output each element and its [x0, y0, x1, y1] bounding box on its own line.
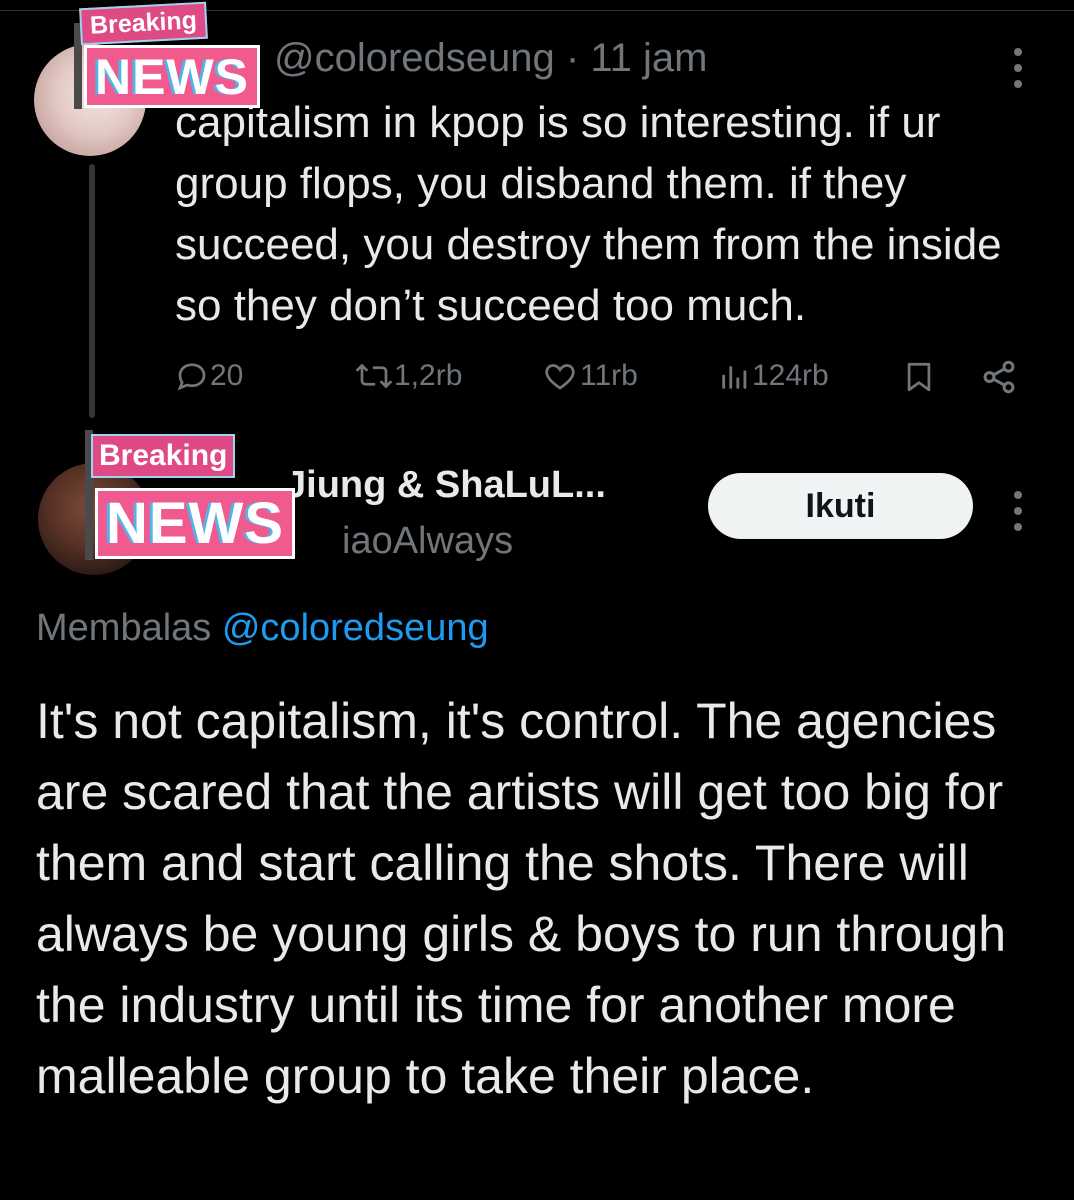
follow-button[interactable]: Ikuti: [708, 473, 973, 539]
retweet-button[interactable]: 1,2rb: [354, 358, 462, 394]
bookmark-icon: [907, 362, 931, 392]
more-options-icon[interactable]: [1010, 48, 1026, 88]
separator-dot: ·: [565, 36, 580, 80]
breaking-label: Breaking: [79, 1, 208, 46]
news-label: NEWS: [84, 45, 260, 108]
author-display-name[interactable]: Jiung & ShaLuL...: [285, 464, 606, 507]
bookmark-button[interactable]: [902, 358, 936, 396]
thread-connector-line: [89, 164, 95, 418]
tweet-actions: 20 1,2rb 11rb 124rb: [174, 358, 1024, 402]
share-icon: [983, 360, 1015, 394]
view-count: 124rb: [752, 359, 829, 392]
breaking-label: Breaking: [91, 434, 236, 478]
tweet-text: capitalism in kpop is so interesting. if…: [175, 98, 1002, 330]
share-button[interactable]: [980, 358, 1018, 396]
views-button[interactable]: 124rb: [718, 358, 829, 394]
reply-mention-link[interactable]: @coloredseung: [222, 607, 489, 649]
reply-count: 20: [210, 359, 244, 392]
like-button[interactable]: 11rb: [540, 358, 638, 394]
author-handle[interactable]: iaoAlways: [342, 520, 513, 563]
news-label: NEWS: [95, 488, 295, 559]
tweet-text: It's not capitalism, it's control. The a…: [36, 693, 1006, 1104]
replying-to: Membalas @coloredseung: [36, 607, 489, 650]
tweet-header: @coloredseung · 11 jam: [274, 36, 707, 81]
retweet-icon: [356, 364, 392, 388]
like-count: 11rb: [580, 359, 638, 392]
timestamp[interactable]: 11 jam: [590, 36, 707, 80]
reply-button[interactable]: 20: [174, 358, 243, 394]
author-handle[interactable]: @coloredseung: [274, 36, 555, 80]
speech-bubble-icon: [177, 363, 206, 391]
bar-chart-icon: [722, 366, 747, 389]
heart-icon: [545, 364, 575, 390]
replying-to-label: Membalas: [36, 607, 212, 649]
more-options-icon[interactable]: [1010, 491, 1026, 531]
retweet-count: 1,2rb: [394, 359, 463, 392]
